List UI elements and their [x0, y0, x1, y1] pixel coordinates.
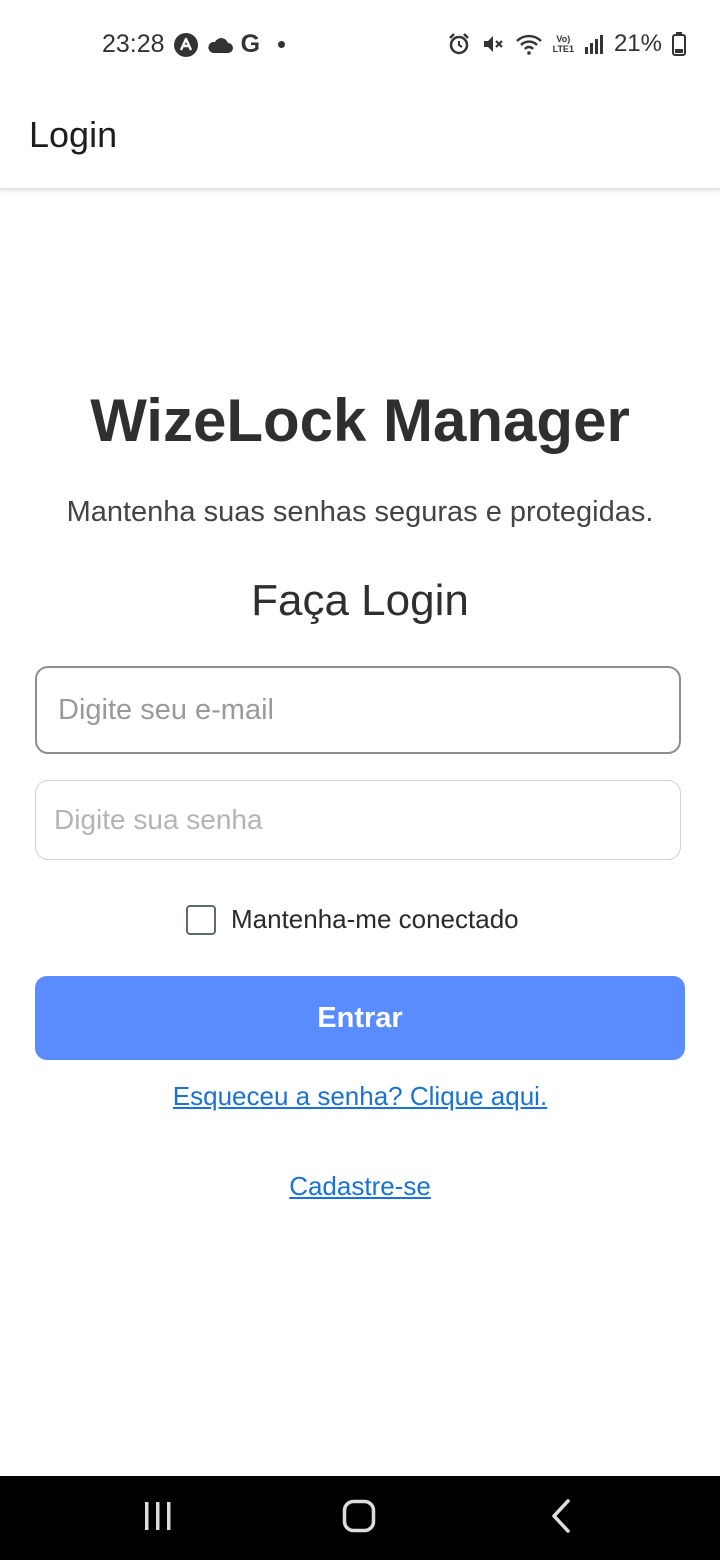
dot-icon [278, 41, 286, 48]
lte-label-top: Vo) [556, 34, 571, 44]
recents-button[interactable] [98, 1476, 218, 1560]
battery-icon [672, 32, 686, 56]
recents-icon [142, 1501, 174, 1536]
status-bar: 23:28 G Vo) LTE1 21% [0, 0, 720, 92]
forgot-password-link[interactable]: Esqueceu a senha? Clique aqui. [0, 1081, 720, 1112]
tagline-text: Mantenha suas senhas seguras e protegida… [66, 496, 654, 528]
battery-percent: 21% [613, 30, 662, 57]
mute-icon [481, 32, 505, 56]
app-bar: Login [0, 92, 720, 189]
app-name-heading: WizeLock Manager [90, 387, 630, 454]
lte-label-bottom: LTE1 [552, 44, 574, 54]
back-icon [550, 1498, 572, 1538]
password-field[interactable] [35, 780, 681, 860]
signal-icon [584, 33, 604, 55]
lte-indicator: Vo) LTE1 [553, 34, 574, 54]
status-time: 23:28 [102, 30, 165, 58]
home-icon [342, 1499, 376, 1538]
remember-me-row[interactable]: Mantenha-me conectado [186, 904, 519, 935]
login-heading: Faça Login [251, 576, 469, 625]
status-left: 23:28 G [102, 30, 286, 59]
appbar-title: Login [29, 114, 118, 155]
remember-me-label[interactable]: Mantenha-me conectado [231, 904, 519, 935]
email-field[interactable] [35, 666, 681, 754]
alarm-icon [447, 32, 471, 56]
system-navigation-bar [0, 1476, 720, 1560]
google-g-icon: G [240, 30, 261, 58]
home-button[interactable] [299, 1476, 419, 1560]
status-right: Vo) LTE1 21% [447, 30, 686, 58]
remember-me-checkbox[interactable] [186, 904, 216, 935]
signup-link[interactable]: Cadastre-se [0, 1171, 720, 1202]
back-button[interactable] [501, 1476, 621, 1560]
login-button[interactable]: Entrar [35, 976, 685, 1060]
wifi-icon [515, 32, 543, 56]
cloud-icon [207, 36, 233, 54]
a-circle-icon [173, 32, 199, 58]
